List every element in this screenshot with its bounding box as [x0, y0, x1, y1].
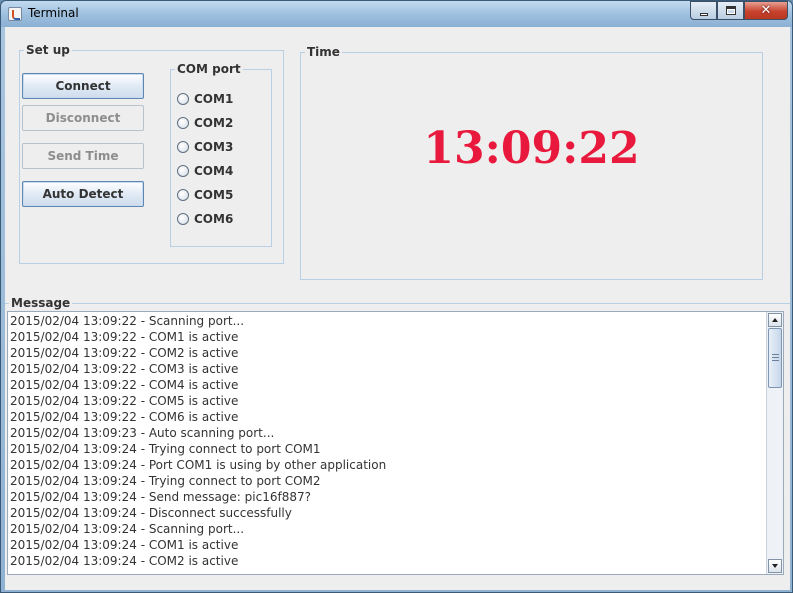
radio-com6[interactable]: COM6	[177, 210, 233, 228]
auto-detect-button[interactable]: Auto Detect	[22, 181, 144, 207]
radio-circle-icon[interactable]	[177, 189, 189, 201]
connect-button[interactable]: Connect	[22, 73, 144, 99]
log-line: 2015/02/04 13:09:22 - COM6 is active	[10, 410, 239, 424]
maximize-button[interactable]	[717, 1, 744, 20]
clock-display: 13:09:22	[423, 123, 640, 174]
message-log[interactable]: 2015/02/04 13:09:22 - Scanning port... 20…	[7, 311, 784, 575]
minimize-icon	[700, 13, 708, 16]
log-line: 2015/02/04 13:09:24 - Trying connect to …	[10, 474, 321, 488]
radio-com1[interactable]: COM1	[177, 90, 233, 108]
title-bar[interactable]: Terminal ✕	[1, 1, 792, 27]
log-line: 2015/02/04 13:09:23 - Auto scanning port…	[10, 426, 275, 440]
log-line: 2015/02/04 13:09:24 - Send message: pic1…	[10, 490, 311, 504]
time-panel: Time 13:09:22	[300, 45, 763, 280]
com-port-title: COM port	[175, 62, 243, 76]
setup-title: Set up	[24, 43, 72, 57]
message-title: Message	[9, 296, 73, 310]
close-icon: ✕	[760, 3, 772, 18]
maximize-icon	[726, 6, 736, 15]
log-line: 2015/02/04 13:09:24 - COM2 is active	[10, 554, 239, 568]
window-controls: ✕	[690, 1, 788, 20]
log-line: 2015/02/04 13:09:22 - COM1 is active	[10, 330, 239, 344]
radio-com3[interactable]: COM3	[177, 138, 233, 156]
minimize-button[interactable]	[690, 1, 717, 20]
scroll-up-icon[interactable]	[768, 313, 782, 327]
radio-circle-icon[interactable]	[177, 141, 189, 153]
radio-com2[interactable]: COM2	[177, 114, 233, 132]
radio-circle-icon[interactable]	[177, 213, 189, 225]
log-line: 2015/02/04 13:09:24 - Disconnect success…	[10, 506, 292, 520]
radio-circle-icon[interactable]	[177, 117, 189, 129]
terminal-window: Terminal ✕ Set up Connect Disconnect Sen…	[0, 0, 793, 593]
log-line: 2015/02/04 13:09:22 - COM2 is active	[10, 346, 239, 360]
scroll-down-icon[interactable]	[768, 559, 782, 573]
com-port-group: COM port COM1 COM2 COM3 COM4 COM5 COM6	[170, 62, 272, 247]
log-lines: 2015/02/04 13:09:22 - Scanning port... 20…	[10, 313, 765, 569]
vertical-scrollbar[interactable]	[766, 312, 783, 574]
disconnect-button[interactable]: Disconnect	[22, 105, 144, 131]
radio-circle-icon[interactable]	[177, 165, 189, 177]
log-line: 2015/02/04 13:09:22 - Scanning port...	[10, 314, 245, 328]
setup-panel: Set up Connect Disconnect Send Time Auto…	[19, 43, 284, 264]
log-line: 2015/02/04 13:09:24 - Trying connect to …	[10, 442, 321, 456]
log-line: 2015/02/04 13:09:24 - COM1 is active	[10, 538, 239, 552]
radio-circle-icon[interactable]	[177, 93, 189, 105]
content-pane: Set up Connect Disconnect Send Time Auto…	[5, 27, 790, 590]
scroll-thumb[interactable]	[768, 328, 782, 388]
java-app-icon	[8, 7, 22, 21]
send-time-button[interactable]: Send Time	[22, 143, 144, 169]
time-title: Time	[305, 45, 342, 59]
log-line: 2015/02/04 13:09:24 - Port COM1 is using…	[10, 458, 387, 472]
log-line: 2015/02/04 13:09:22 - COM3 is active	[10, 362, 239, 376]
radio-com5[interactable]: COM5	[177, 186, 233, 204]
window-title: Terminal	[28, 6, 79, 20]
log-line: 2015/02/04 13:09:24 - Scanning port...	[10, 522, 245, 536]
close-button[interactable]: ✕	[744, 1, 788, 20]
log-line: 2015/02/04 13:09:22 - COM4 is active	[10, 378, 239, 392]
log-line: 2015/02/04 13:09:22 - COM5 is active	[10, 394, 239, 408]
radio-com4[interactable]: COM4	[177, 162, 233, 180]
